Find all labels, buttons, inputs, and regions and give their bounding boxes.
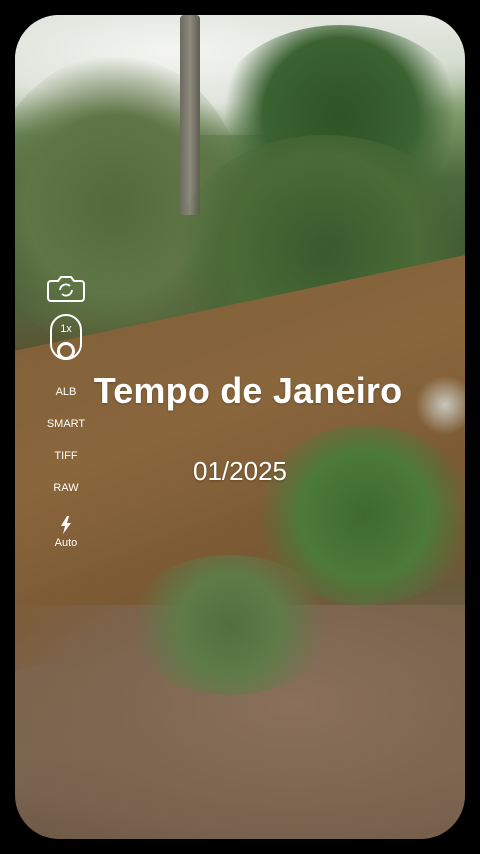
overlay-title: Tempo de Janeiro <box>93 370 403 411</box>
riverbank-plants-left <box>125 555 335 695</box>
zoom-label: 1x <box>60 323 72 335</box>
zoom-knob[interactable] <box>57 342 75 360</box>
overlay-date: 01/2025 <box>193 456 287 486</box>
flash-icon[interactable] <box>59 516 73 534</box>
flash-mode-label[interactable]: Auto <box>55 537 78 549</box>
format-smart-button[interactable]: SMART <box>47 418 85 430</box>
tree-trunk <box>180 15 200 215</box>
zoom-control[interactable]: 1x <box>50 314 82 360</box>
format-raw-button[interactable]: RAW <box>53 482 78 494</box>
format-tiff-button[interactable]: TIFF <box>54 450 77 462</box>
camera-switch-icon[interactable] <box>47 272 85 304</box>
